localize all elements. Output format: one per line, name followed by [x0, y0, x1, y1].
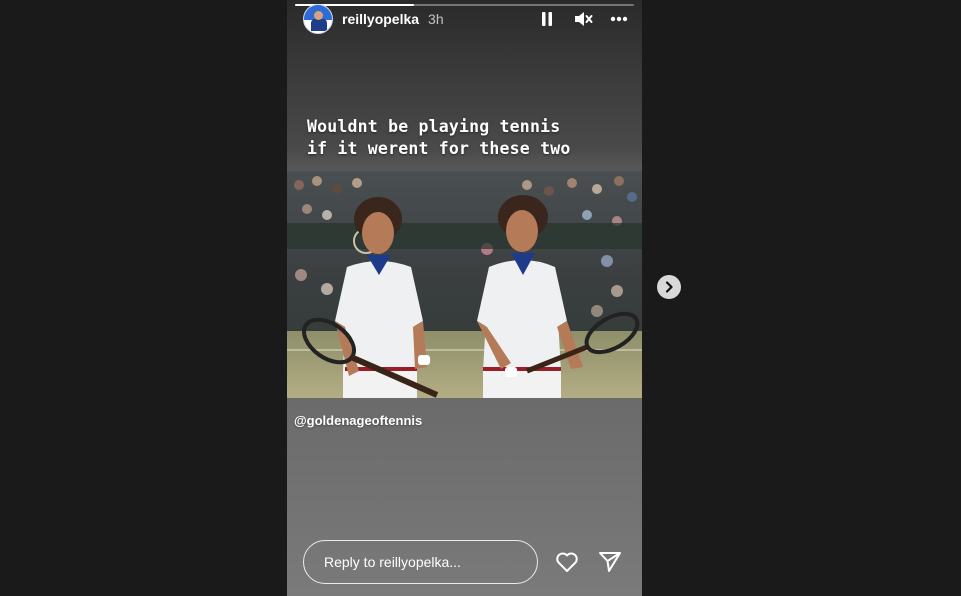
next-story-button[interactable] [657, 275, 681, 299]
story-caption: Wouldnt be playing tennis if it werent f… [307, 116, 627, 160]
username[interactable]: reillyopelka [342, 11, 419, 27]
pause-icon[interactable] [536, 8, 558, 30]
caption-line-1: Wouldnt be playing tennis [307, 117, 561, 136]
reply-input[interactable] [303, 540, 538, 584]
story-footer [303, 540, 624, 584]
story-controls [536, 8, 630, 30]
muted-icon[interactable] [572, 8, 594, 30]
story-photo [287, 171, 642, 398]
story-viewer: reillyopelka 3h Wouldnt be playing tenni… [287, 0, 642, 596]
story-header: reillyopelka 3h [303, 4, 630, 34]
caption-line-2: if it werent for these two [307, 139, 571, 158]
mention-tag[interactable]: @goldenageoftennis [294, 413, 422, 428]
more-icon[interactable] [608, 8, 630, 30]
avatar[interactable] [303, 4, 333, 34]
post-time: 3h [428, 11, 444, 27]
chevron-right-icon [665, 281, 673, 293]
heart-icon[interactable] [553, 548, 581, 576]
send-icon[interactable] [596, 548, 624, 576]
